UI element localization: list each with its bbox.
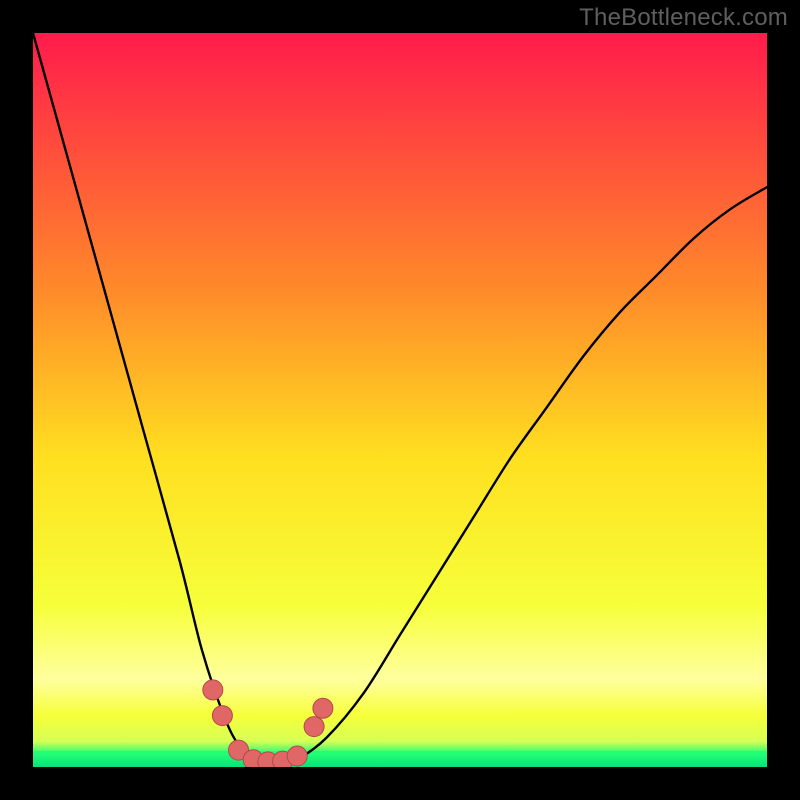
- curve-marker: [212, 706, 232, 726]
- curve-marker: [304, 717, 324, 737]
- baseline-stripe: [33, 751, 767, 755]
- plot-area: [33, 33, 767, 767]
- watermark-label: TheBottleneck.com: [579, 4, 788, 32]
- curve-marker: [203, 680, 223, 700]
- bottleneck-chart: [33, 33, 767, 767]
- curve-marker: [287, 746, 307, 766]
- curve-marker: [313, 698, 333, 718]
- gradient-background: [33, 33, 767, 767]
- chart-frame: TheBottleneck.com: [0, 0, 800, 800]
